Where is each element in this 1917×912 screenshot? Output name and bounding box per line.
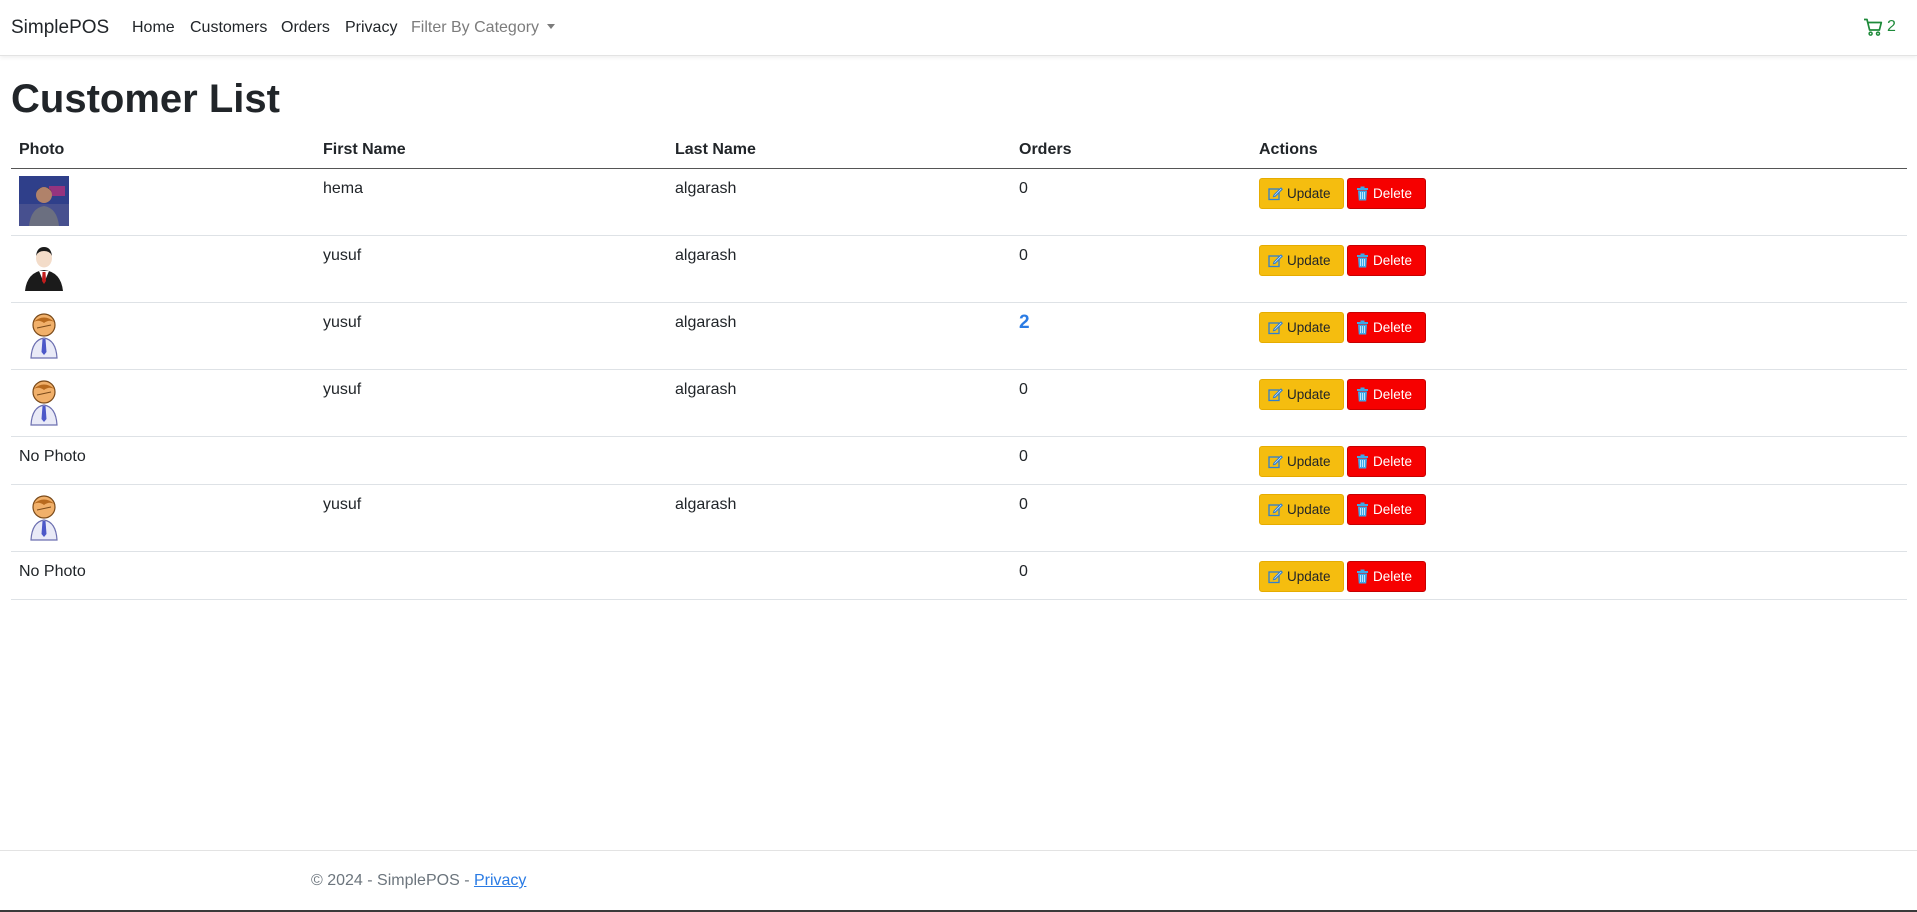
caret-down-icon [547,24,556,29]
update-label: Update [1287,502,1331,517]
user-avatar-icon [19,377,69,427]
last-name-cell: algarash [675,381,737,398]
trash-icon [1357,320,1368,335]
trash-icon [1357,502,1368,517]
update-button[interactable]: Update [1259,379,1344,410]
nav-customers-link[interactable]: Customers [190,19,267,37]
trash-icon [1357,569,1368,584]
footer-copyright: © 2024 - SimplePOS - [311,872,474,889]
table-row: yusuf algarash 0 Update Delete [11,485,1907,552]
delete-button[interactable]: Delete [1347,178,1426,209]
column-header-actions: Actions [1259,141,1318,158]
customer-photo [19,176,69,226]
filter-category-label: Filter By Category [411,19,540,36]
update-label: Update [1287,387,1331,402]
navbar: SimplePOS Home Customers Orders Privacy … [0,0,1917,56]
edit-icon [1268,388,1283,402]
update-button[interactable]: Update [1259,178,1344,209]
edit-icon [1268,321,1283,335]
footer-privacy-link[interactable]: Privacy [474,872,526,889]
delete-label: Delete [1373,253,1413,268]
column-header-last-name: Last Name [675,141,756,158]
delete-button[interactable]: Delete [1347,245,1426,276]
nav-home-link[interactable]: Home [132,19,175,37]
footer: © 2024 - SimplePOS - Privacy [0,850,1917,910]
page-title: Customer List [11,77,280,121]
first-name-cell: hema [323,180,364,197]
update-button[interactable]: Update [1259,312,1344,343]
first-name-cell: yusuf [323,496,362,513]
cart-count: 2 [1887,18,1896,35]
nav-orders-link[interactable]: Orders [281,19,330,37]
edit-icon [1268,187,1283,201]
last-name-cell: algarash [675,314,737,331]
update-label: Update [1287,186,1331,201]
shopping-cart-icon [1864,18,1883,36]
orders-count: 0 [1019,180,1028,197]
footer-text: © 2024 - SimplePOS - Privacy [311,872,526,890]
last-name-cell: algarash [675,247,737,264]
edit-icon [1268,570,1283,584]
delete-button[interactable]: Delete [1347,494,1426,525]
update-button[interactable]: Update [1259,561,1344,592]
table-row: yusuf algarash 0 Update Delete [11,370,1907,437]
column-header-photo: Photo [19,141,65,158]
nav-privacy-link[interactable]: Privacy [345,19,397,37]
table-row: No Photo 0 Update Delete [11,552,1907,600]
trash-icon [1357,454,1368,469]
trash-icon [1357,387,1368,402]
orders-count: 0 [1019,496,1028,513]
first-name-cell: yusuf [323,381,362,398]
no-photo-text: No Photo [19,448,86,465]
trash-icon [1357,186,1368,201]
edit-icon [1268,254,1283,268]
brand-link[interactable]: SimplePOS [11,17,109,39]
orders-count: 0 [1019,247,1028,264]
filter-category-dropdown[interactable]: Filter By Category [411,19,556,37]
update-label: Update [1287,253,1331,268]
delete-button[interactable]: Delete [1347,379,1426,410]
update-label: Update [1287,569,1331,584]
edit-icon [1268,503,1283,517]
table-row: hema algarash 0 Update Delete [11,169,1907,236]
update-button[interactable]: Update [1259,494,1344,525]
last-name-cell: algarash [675,496,737,513]
trash-icon [1357,253,1368,268]
first-name-cell: yusuf [323,314,362,331]
delete-button[interactable]: Delete [1347,561,1426,592]
table-row: yusuf algarash 0 Update Delete [11,236,1907,303]
orders-count: 0 [1019,448,1028,465]
delete-button[interactable]: Delete [1347,446,1426,477]
update-button[interactable]: Update [1259,446,1344,477]
column-header-first-name: First Name [323,141,406,158]
first-name-cell: yusuf [323,247,362,264]
table-header: Photo First Name Last Name Orders Action… [11,138,1907,169]
delete-button[interactable]: Delete [1347,312,1426,343]
delete-label: Delete [1373,186,1413,201]
orders-count: 0 [1019,381,1028,398]
user-avatar-icon [19,310,69,360]
no-photo-text: No Photo [19,563,86,580]
delete-label: Delete [1373,502,1413,517]
delete-label: Delete [1373,569,1413,584]
orders-count-link[interactable]: 2 [1019,312,1030,334]
delete-label: Delete [1373,387,1413,402]
edit-icon [1268,455,1283,469]
update-label: Update [1287,320,1331,335]
table-row: No Photo 0 Update Delete [11,437,1907,485]
orders-count: 0 [1019,563,1028,580]
update-button[interactable]: Update [1259,245,1344,276]
delete-label: Delete [1373,320,1413,335]
user-avatar-icon [19,492,69,542]
table-row: yusuf algarash 2 Update Delete [11,303,1907,370]
last-name-cell: algarash [675,180,737,197]
delete-label: Delete [1373,454,1413,469]
update-label: Update [1287,454,1331,469]
column-header-orders: Orders [1019,141,1072,158]
cart-link[interactable]: 2 [1863,18,1896,36]
businessman-avatar-icon [19,243,69,293]
